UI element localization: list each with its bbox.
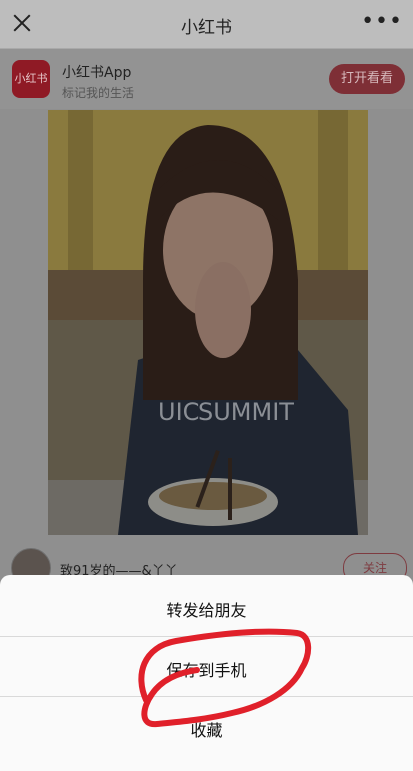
app-download-banner: 小红书 小红书App 标记我的生活 打开看看 xyxy=(0,49,413,109)
sheet-divider xyxy=(0,636,413,637)
svg-text:UIC: UIC xyxy=(158,398,199,426)
open-app-button[interactable]: 打开看看 xyxy=(329,64,405,94)
page-title: 小红书 xyxy=(181,18,232,38)
app-slogan: 标记我的生活 xyxy=(62,86,135,100)
favorite-option[interactable]: 收藏 xyxy=(0,717,413,741)
author-row: 致91岁的——&丫丫 关注 xyxy=(0,540,413,588)
post-photo[interactable]: UIC SUMMIT xyxy=(48,110,368,535)
more-icon[interactable]: ••• xyxy=(361,9,403,34)
save-to-phone-option[interactable]: 保存到手机 xyxy=(0,657,413,681)
share-sheet: 转发给朋友 保存到手机 收藏 xyxy=(0,575,413,771)
app-logo: 小红书 xyxy=(12,60,50,98)
app-name: 小红书App xyxy=(62,65,132,81)
top-bar: 小红书 ••• xyxy=(0,0,413,49)
share-to-friend-option[interactable]: 转发给朋友 xyxy=(0,597,413,621)
svg-text:SUMMIT: SUMMIT xyxy=(198,398,294,426)
sheet-divider xyxy=(0,696,413,697)
